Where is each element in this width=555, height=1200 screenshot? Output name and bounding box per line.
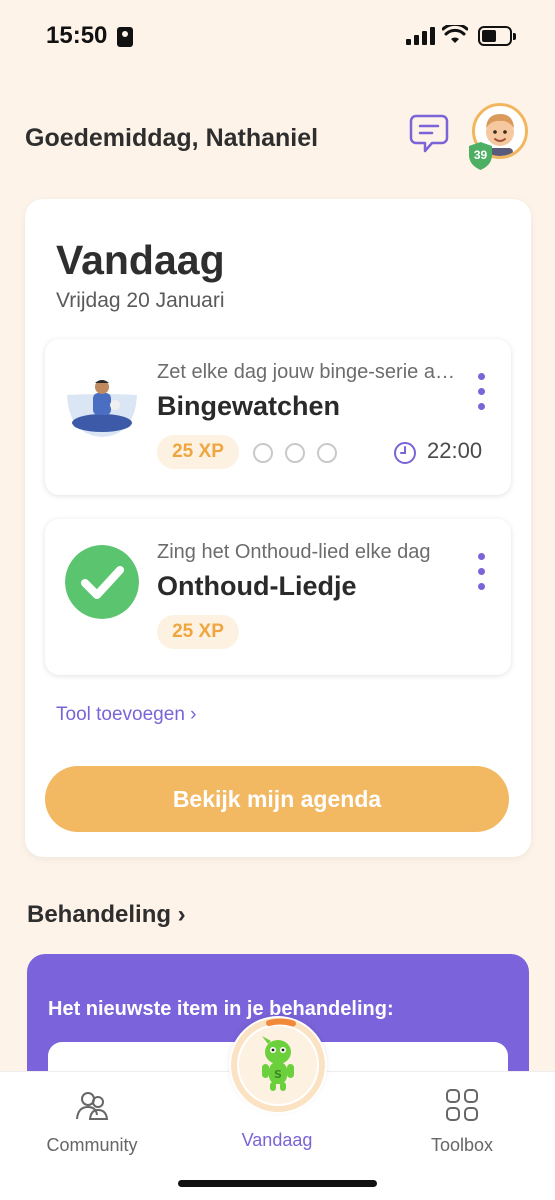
today-card: Vandaag Vrijdag 20 Januari Zet elke dag …	[25, 199, 531, 857]
mascot-icon: S	[231, 1018, 325, 1112]
task-title: Bingewatchen	[157, 391, 341, 421]
more-options-icon[interactable]	[475, 373, 487, 411]
treatment-heading[interactable]: Behandeling ›	[27, 901, 186, 929]
clock-icon	[394, 442, 416, 464]
id-card-icon	[117, 27, 133, 47]
level-badge: 39	[473, 148, 488, 162]
task-time: 22:00	[427, 438, 483, 463]
bingewatch-illustration-icon	[65, 365, 139, 439]
progress-dot	[253, 443, 273, 463]
tab-label: Community	[46, 1135, 138, 1155]
task-subtitle: Zet elke dag jouw binge-serie aan	[157, 361, 457, 383]
checkmark-completed-icon	[65, 545, 139, 619]
home-indicator	[178, 1180, 377, 1187]
battery-icon	[478, 26, 516, 46]
wifi-icon	[442, 25, 468, 43]
tab-toolbox[interactable]: Toolbox	[392, 1088, 532, 1156]
task-thumbnail	[65, 545, 139, 619]
progress-dot	[317, 443, 337, 463]
svg-text:S: S	[274, 1068, 282, 1081]
progress-dot	[285, 443, 305, 463]
today-title: Vandaag	[56, 237, 225, 283]
grid-icon	[446, 1089, 478, 1121]
tab-label: Vandaag	[241, 1130, 313, 1150]
task-card-onthoud-liedje[interactable]: Zing het Onthoud-lied elke dag Onthoud-L…	[45, 519, 511, 675]
today-date: Vrijdag 20 Januari	[56, 289, 225, 312]
cellular-signal-icon	[406, 27, 436, 45]
tab-label: Toolbox	[430, 1135, 494, 1155]
task-title: Onthoud-Liedje	[157, 571, 357, 601]
view-agenda-button[interactable]: Bekijk mijn agenda	[45, 766, 509, 832]
more-options-icon[interactable]	[475, 553, 487, 591]
status-bar: 15:50	[0, 0, 555, 72]
mascot-button[interactable]: S	[229, 1016, 327, 1114]
xp-badge: 25 XP	[157, 615, 239, 649]
tab-community[interactable]: Community	[22, 1088, 162, 1156]
people-icon	[76, 1092, 109, 1120]
task-thumbnail	[65, 365, 139, 439]
status-time: 15:50	[46, 22, 108, 49]
xp-badge: 25 XP	[157, 435, 239, 469]
add-tool-link[interactable]: Tool toevoegen ›	[56, 704, 197, 726]
greeting: Goedemiddag, Nathaniel	[25, 124, 319, 152]
chat-icon[interactable]	[408, 112, 450, 154]
task-card-bingewatchen[interactable]: Zet elke dag jouw binge-serie aan Bingew…	[45, 339, 511, 495]
treatment-latest-label: Het nieuwste item in je behandeling:	[48, 998, 394, 1020]
task-subtitle: Zing het Onthoud-lied elke dag	[157, 541, 431, 563]
